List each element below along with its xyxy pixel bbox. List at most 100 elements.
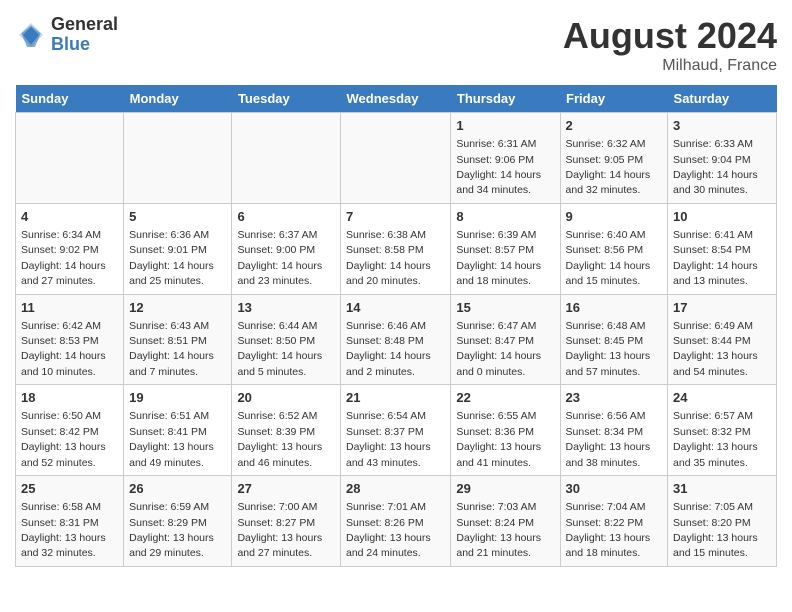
day-number: 21: [346, 389, 445, 407]
calendar-cell: 9Sunrise: 6:40 AM Sunset: 8:56 PM Daylig…: [560, 203, 667, 294]
day-info: Sunrise: 6:37 AM Sunset: 9:00 PM Dayligh…: [237, 229, 322, 287]
day-info: Sunrise: 6:57 AM Sunset: 8:32 PM Dayligh…: [673, 410, 758, 468]
day-number: 18: [21, 389, 118, 407]
day-number: 2: [566, 117, 662, 135]
day-info: Sunrise: 6:50 AM Sunset: 8:42 PM Dayligh…: [21, 410, 106, 468]
calendar-cell: [341, 113, 451, 204]
calendar-cell: [16, 113, 124, 204]
calendar-cell: 10 Sunrise: 6:41 AM Sunset: 8:54 PM Dayli…: [668, 203, 777, 294]
day-info: Sunrise: 6:41 AM Sunset: 8:54 PM Dayligh…: [673, 229, 758, 287]
calendar-cell: 12Sunrise: 6:43 AM Sunset: 8:51 PM Dayli…: [124, 294, 232, 385]
calendar-cell: [232, 113, 341, 204]
day-info: Sunrise: 6:55 AM Sunset: 8:36 PM Dayligh…: [456, 410, 541, 468]
day-info: Sunrise: 6:56 AM Sunset: 8:34 PM Dayligh…: [566, 410, 651, 468]
day-info: Sunrise: 6:58 AM Sunset: 8:31 PM Dayligh…: [21, 501, 106, 559]
calendar-cell: 3 Sunrise: 6:33 AM Sunset: 9:04 PM Daylig…: [668, 113, 777, 204]
title-block: August 2024 Milhaud, France: [563, 15, 777, 75]
calendar-cell: 16Sunrise: 6:48 AM Sunset: 8:45 PM Dayli…: [560, 294, 667, 385]
day-info: Sunrise: 6:52 AM Sunset: 8:39 PM Dayligh…: [237, 410, 322, 468]
calendar-cell: 20 Sunrise: 6:52 AM Sunset: 8:39 PM Dayli…: [232, 385, 341, 476]
day-number: 10: [673, 208, 771, 226]
calendar-cell: 17 Sunrise: 6:49 AM Sunset: 8:44 PM Dayli…: [668, 294, 777, 385]
calendar-week-5: 25 Sunrise: 6:58 AM Sunset: 8:31 PM Dayli…: [16, 476, 777, 567]
header-sunday: Sunday: [16, 85, 124, 113]
day-info: Sunrise: 6:31 AM Sunset: 9:06 PM Dayligh…: [456, 138, 541, 196]
day-number: 15: [456, 299, 554, 317]
day-info: Sunrise: 7:05 AM Sunset: 8:20 PM Dayligh…: [673, 501, 758, 559]
day-info: Sunrise: 6:51 AM Sunset: 8:41 PM Dayligh…: [129, 410, 214, 468]
header-row: Sunday Monday Tuesday Wednesday Thursday…: [16, 85, 777, 113]
calendar-cell: 19 Sunrise: 6:51 AM Sunset: 8:41 PM Dayli…: [124, 385, 232, 476]
day-info: Sunrise: 6:47 AM Sunset: 8:47 PM Dayligh…: [456, 320, 541, 378]
day-number: 12: [129, 299, 226, 317]
calendar-cell: 11 Sunrise: 6:42 AM Sunset: 8:53 PM Dayli…: [16, 294, 124, 385]
day-number: 26: [129, 480, 226, 498]
day-number: 11: [21, 299, 118, 317]
calendar-header: Sunday Monday Tuesday Wednesday Thursday…: [16, 85, 777, 113]
day-info: Sunrise: 6:54 AM Sunset: 8:37 PM Dayligh…: [346, 410, 431, 468]
calendar-cell: 28 Sunrise: 7:01 AM Sunset: 8:26 PM Dayli…: [341, 476, 451, 567]
day-info: Sunrise: 6:59 AM Sunset: 8:29 PM Dayligh…: [129, 501, 214, 559]
day-number: 27: [237, 480, 335, 498]
day-info: Sunrise: 6:44 AM Sunset: 8:50 PM Dayligh…: [237, 320, 322, 378]
calendar-cell: 27 Sunrise: 7:00 AM Sunset: 8:27 PM Dayli…: [232, 476, 341, 567]
calendar-cell: 5 Sunrise: 6:36 AM Sunset: 9:01 PM Daylig…: [124, 203, 232, 294]
day-number: 31: [673, 480, 771, 498]
calendar-cell: 30Sunrise: 7:04 AM Sunset: 8:22 PM Dayli…: [560, 476, 667, 567]
day-number: 16: [566, 299, 662, 317]
day-info: Sunrise: 6:42 AM Sunset: 8:53 PM Dayligh…: [21, 320, 106, 378]
day-number: 22: [456, 389, 554, 407]
calendar-cell: 24 Sunrise: 6:57 AM Sunset: 8:32 PM Dayli…: [668, 385, 777, 476]
day-info: Sunrise: 6:33 AM Sunset: 9:04 PM Dayligh…: [673, 138, 758, 196]
day-info: Sunrise: 6:34 AM Sunset: 9:02 PM Dayligh…: [21, 229, 106, 287]
page-header: General Blue August 2024 Milhaud, France: [15, 15, 777, 75]
calendar-week-4: 18 Sunrise: 6:50 AM Sunset: 8:42 PM Dayli…: [16, 385, 777, 476]
calendar-week-3: 11 Sunrise: 6:42 AM Sunset: 8:53 PM Dayli…: [16, 294, 777, 385]
day-number: 17: [673, 299, 771, 317]
header-tuesday: Tuesday: [232, 85, 341, 113]
calendar-cell: 22 Sunrise: 6:55 AM Sunset: 8:36 PM Dayli…: [451, 385, 560, 476]
day-number: 28: [346, 480, 445, 498]
day-number: 6: [237, 208, 335, 226]
header-friday: Friday: [560, 85, 667, 113]
day-number: 24: [673, 389, 771, 407]
calendar-cell: 7 Sunrise: 6:38 AM Sunset: 8:58 PM Daylig…: [341, 203, 451, 294]
logo-icon: [15, 19, 47, 51]
day-info: Sunrise: 7:00 AM Sunset: 8:27 PM Dayligh…: [237, 501, 322, 559]
calendar-cell: 18 Sunrise: 6:50 AM Sunset: 8:42 PM Dayli…: [16, 385, 124, 476]
day-number: 25: [21, 480, 118, 498]
logo-blue: Blue: [51, 35, 118, 55]
day-info: Sunrise: 6:49 AM Sunset: 8:44 PM Dayligh…: [673, 320, 758, 378]
day-number: 19: [129, 389, 226, 407]
calendar-week-1: 1Sunrise: 6:31 AM Sunset: 9:06 PM Daylig…: [16, 113, 777, 204]
calendar-body: 1Sunrise: 6:31 AM Sunset: 9:06 PM Daylig…: [16, 113, 777, 567]
day-info: Sunrise: 7:01 AM Sunset: 8:26 PM Dayligh…: [346, 501, 431, 559]
day-number: 8: [456, 208, 554, 226]
calendar-cell: [124, 113, 232, 204]
day-info: Sunrise: 7:03 AM Sunset: 8:24 PM Dayligh…: [456, 501, 541, 559]
day-number: 30: [566, 480, 662, 498]
day-info: Sunrise: 6:32 AM Sunset: 9:05 PM Dayligh…: [566, 138, 651, 196]
calendar-cell: 8 Sunrise: 6:39 AM Sunset: 8:57 PM Daylig…: [451, 203, 560, 294]
logo: General Blue: [15, 15, 118, 55]
day-info: Sunrise: 6:38 AM Sunset: 8:58 PM Dayligh…: [346, 229, 431, 287]
calendar-cell: 6 Sunrise: 6:37 AM Sunset: 9:00 PM Daylig…: [232, 203, 341, 294]
day-number: 23: [566, 389, 662, 407]
calendar-table: Sunday Monday Tuesday Wednesday Thursday…: [15, 85, 777, 567]
day-info: Sunrise: 6:39 AM Sunset: 8:57 PM Dayligh…: [456, 229, 541, 287]
day-number: 4: [21, 208, 118, 226]
calendar-cell: 25 Sunrise: 6:58 AM Sunset: 8:31 PM Dayli…: [16, 476, 124, 567]
day-info: Sunrise: 6:40 AM Sunset: 8:56 PM Dayligh…: [566, 229, 651, 287]
day-number: 3: [673, 117, 771, 135]
calendar-cell: 1Sunrise: 6:31 AM Sunset: 9:06 PM Daylig…: [451, 113, 560, 204]
day-number: 5: [129, 208, 226, 226]
calendar-cell: 26 Sunrise: 6:59 AM Sunset: 8:29 PM Dayli…: [124, 476, 232, 567]
day-info: Sunrise: 6:36 AM Sunset: 9:01 PM Dayligh…: [129, 229, 214, 287]
day-number: 29: [456, 480, 554, 498]
header-saturday: Saturday: [668, 85, 777, 113]
day-number: 20: [237, 389, 335, 407]
calendar-cell: 31 Sunrise: 7:05 AM Sunset: 8:20 PM Dayli…: [668, 476, 777, 567]
calendar-cell: 21 Sunrise: 6:54 AM Sunset: 8:37 PM Dayli…: [341, 385, 451, 476]
day-number: 7: [346, 208, 445, 226]
month-year: August 2024: [563, 15, 777, 57]
